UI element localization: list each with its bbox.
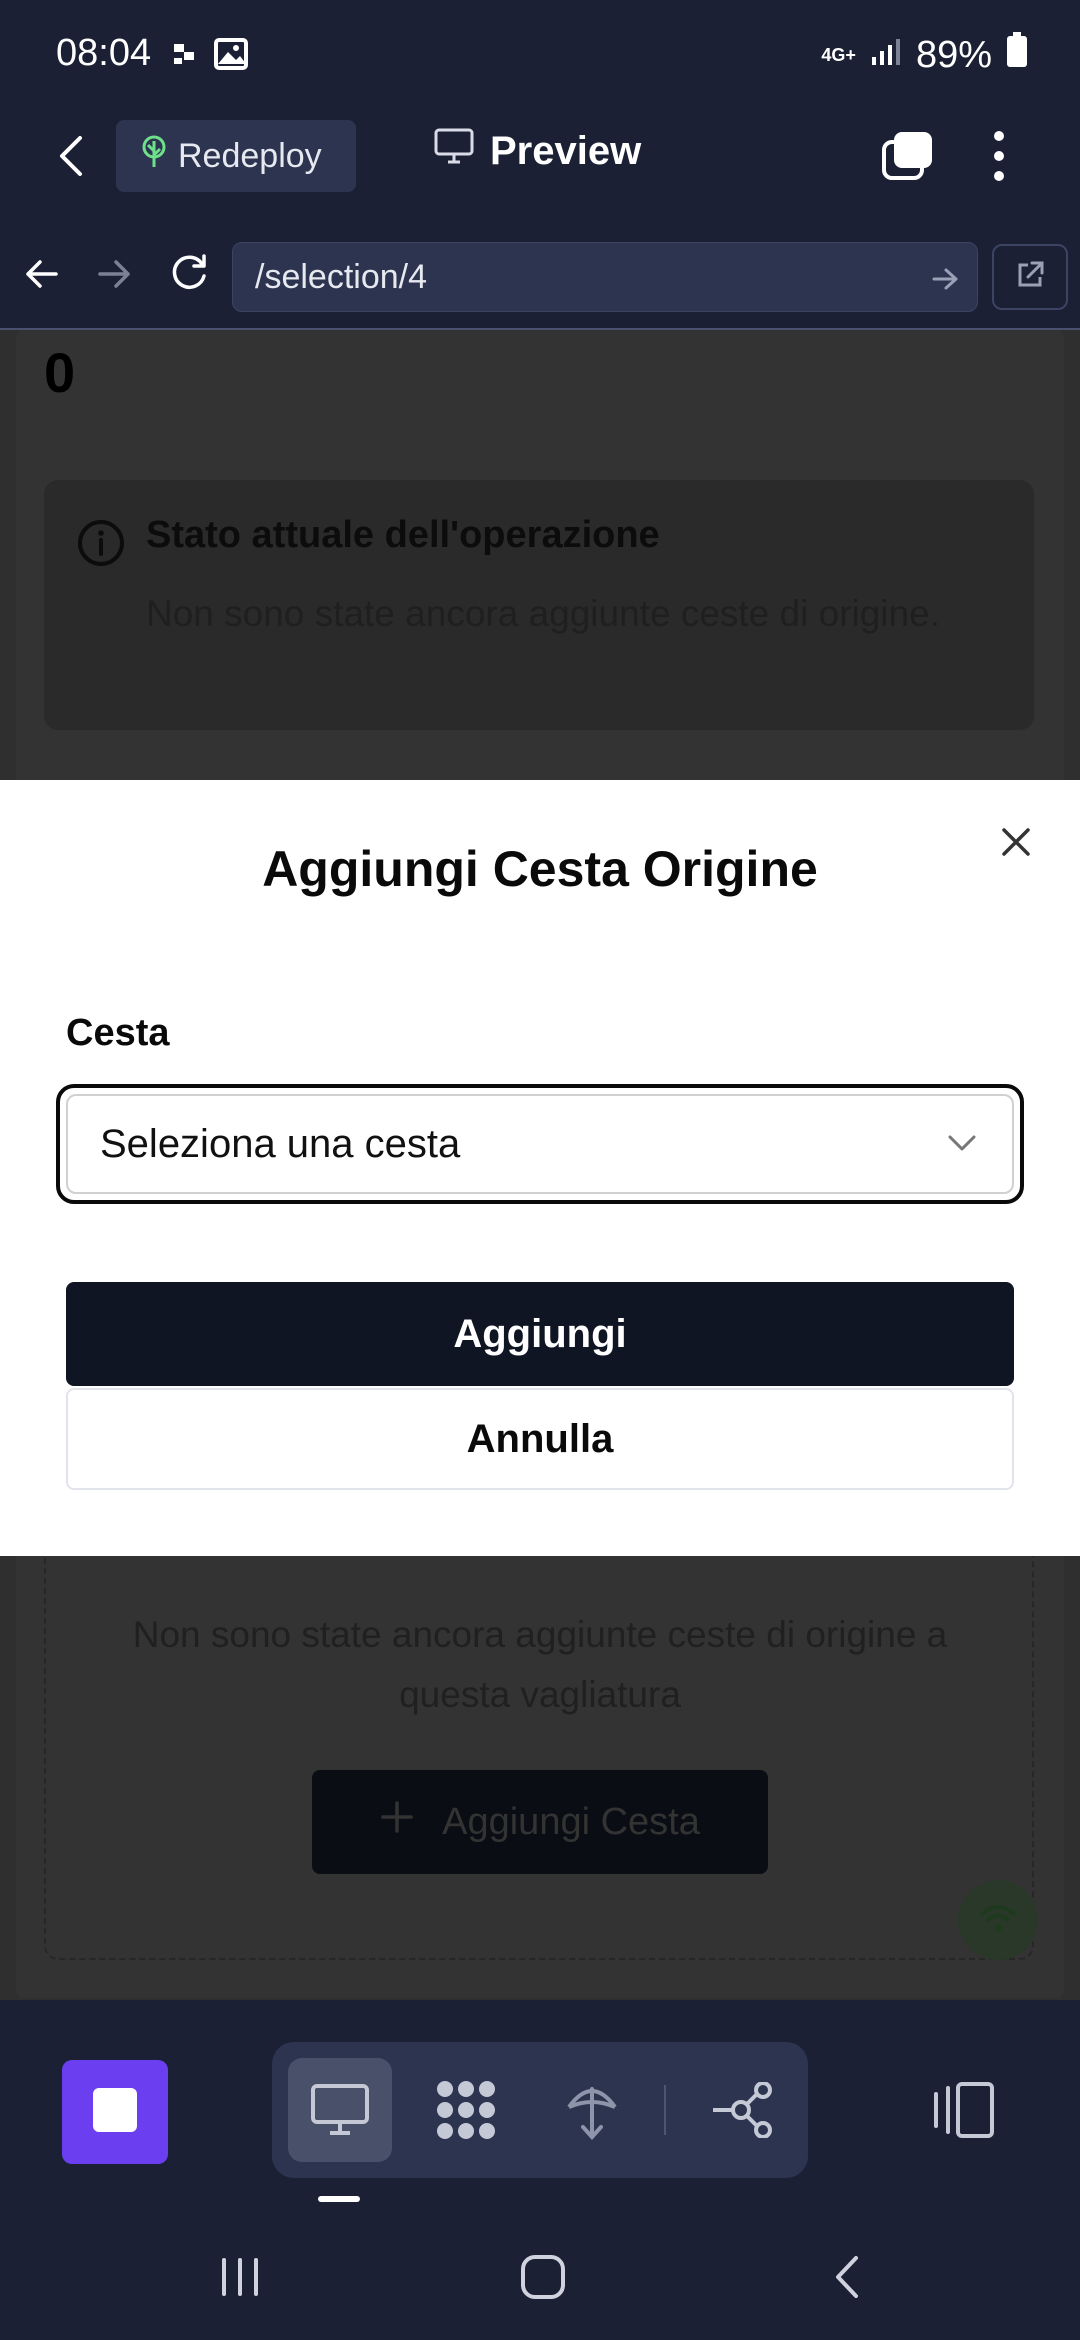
tabs-icon[interactable]	[880, 130, 934, 187]
wifi-icon	[978, 1902, 1018, 1939]
preview-title: Preview	[434, 128, 641, 174]
status-time: 08:04	[56, 32, 152, 74]
share-nodes-icon[interactable]	[700, 2068, 784, 2152]
info-icon	[76, 518, 126, 573]
stop-icon	[91, 2086, 139, 2139]
plus-icon	[380, 1800, 414, 1844]
url-text: /selection/4	[255, 257, 427, 296]
view-switcher-divider	[664, 2085, 666, 2135]
battery-icon	[1006, 32, 1028, 78]
add-button[interactable]: Aggiungi	[66, 1282, 1014, 1386]
browser-back-icon[interactable]	[24, 256, 60, 297]
recent-apps-icon[interactable]	[218, 2256, 262, 2303]
basket-select[interactable]: Seleziona una cesta	[56, 1084, 1024, 1204]
close-icon[interactable]	[996, 822, 1036, 862]
select-value: Seleziona una cesta	[100, 1121, 461, 1166]
deploy-view-icon[interactable]	[550, 2068, 634, 2152]
redeploy-label: Redeploy	[178, 136, 322, 175]
back-icon[interactable]	[56, 134, 86, 183]
basket-field-label: Cesta	[66, 1012, 170, 1054]
home-icon[interactable]	[520, 2254, 566, 2305]
count-value: 0	[44, 341, 76, 404]
status-bar: 08:04 4G+ 89%	[0, 0, 1080, 110]
stop-button[interactable]	[62, 2060, 168, 2164]
active-tab-indicator	[318, 2196, 360, 2202]
add-basket-button[interactable]: Aggiungi Cesta	[312, 1770, 768, 1874]
system-back-icon[interactable]	[830, 2254, 862, 2305]
notification-icon	[172, 40, 196, 73]
chevron-down-icon	[944, 1128, 980, 1158]
add-basket-label: Aggiungi Cesta	[442, 1800, 700, 1843]
status-right: 4G+ 89%	[821, 32, 1028, 78]
tree-icon	[140, 135, 168, 178]
monitor-icon	[434, 128, 474, 174]
split-view-icon[interactable]	[930, 2080, 996, 2145]
reload-icon[interactable]	[168, 252, 210, 299]
apps-view-icon[interactable]	[424, 2068, 508, 2152]
connection-status-button[interactable]	[958, 1880, 1038, 1960]
desktop-view-icon[interactable]	[298, 2068, 382, 2152]
go-icon[interactable]	[931, 263, 959, 302]
empty-state-text: Non sono state ancora aggiunte ceste di …	[132, 1614, 948, 1715]
info-title: Stato attuale dell'operazione	[146, 514, 660, 556]
battery-percent: 89%	[915, 33, 992, 76]
more-options-icon[interactable]	[992, 130, 1006, 187]
signal-icon	[870, 34, 902, 77]
external-link-icon	[1014, 259, 1046, 296]
preview-label: Preview	[490, 128, 642, 173]
browser-forward-icon[interactable]	[96, 256, 132, 297]
url-bar[interactable]: /selection/4	[232, 242, 978, 312]
open-external-button[interactable]	[992, 244, 1068, 310]
dialog-title: Aggiungi Cesta Origine	[262, 841, 818, 897]
network-type: 4G+	[821, 45, 856, 65]
cancel-button[interactable]: Annulla	[66, 1388, 1014, 1490]
redeploy-button[interactable]: Redeploy	[116, 120, 356, 192]
gallery-icon	[214, 38, 248, 75]
info-text: Non sono state ancora aggiunte ceste di …	[146, 593, 940, 634]
